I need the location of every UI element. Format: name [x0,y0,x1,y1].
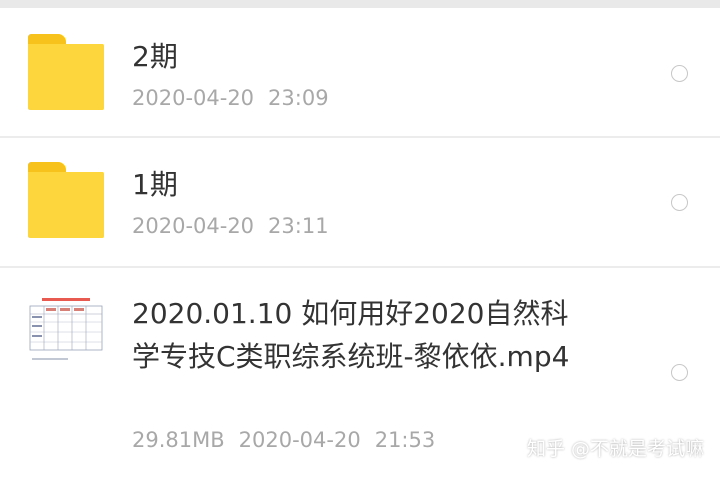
video-thumbnail [28,294,104,366]
item-title: 1期 [132,168,178,201]
item-time: 21:53 [374,428,436,452]
item-size: 29.81MB [132,428,225,452]
item-date: 2020-04-20 [238,428,361,452]
folder-icon [28,34,104,110]
file-list-item-folder-1[interactable]: 1期 2020-04-20 23:11 [0,138,720,268]
item-time: 23:09 [268,86,329,110]
file-list-item-folder-2[interactable]: 2期 2020-04-20 23:09 [0,8,720,138]
item-meta: 2020-04-20 23:09 [132,86,329,110]
item-title: 2期 [132,40,178,73]
watermark-text: 知乎 @不就是考试嘛 [526,438,704,460]
select-radio[interactable] [671,194,688,211]
item-time: 23:11 [268,214,329,238]
item-date: 2020-04-20 [132,214,255,238]
item-title: 2020.01.10 如何用好2020自然科学专技C类职综系统班-黎依依.mp4 [132,297,570,373]
item-meta: 29.81MB 2020-04-20 21:53 [132,428,435,452]
folder-icon [28,162,104,238]
select-radio[interactable] [671,65,688,82]
item-meta: 2020-04-20 23:11 [132,214,329,238]
top-divider-bar [0,0,720,8]
item-date: 2020-04-20 [132,86,255,110]
select-radio[interactable] [671,364,688,381]
